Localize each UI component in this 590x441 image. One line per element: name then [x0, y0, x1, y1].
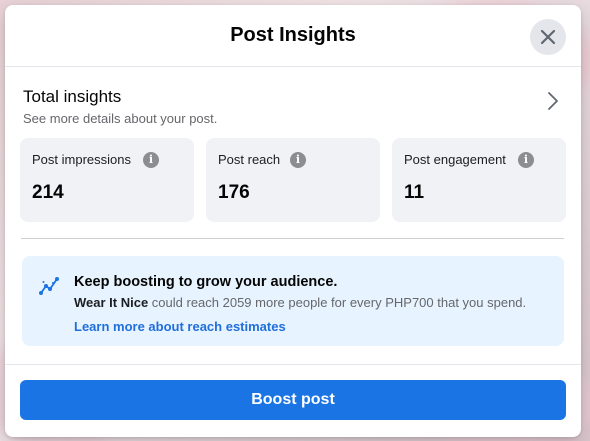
metric-value: 11 [404, 182, 425, 203]
divider [21, 238, 564, 239]
metric-label: Post reach [218, 152, 281, 167]
dialog-header: Post Insights [5, 5, 581, 67]
trend-up-icon [39, 277, 59, 295]
total-insights-subtitle: See more details about your post. [23, 111, 218, 126]
info-icon[interactable]: i [290, 152, 306, 168]
learn-more-link[interactable]: Learn more about reach estimates [74, 319, 286, 334]
info-icon[interactable]: i [143, 152, 159, 168]
metric-value: 176 [218, 182, 250, 203]
metric-value: 214 [32, 182, 64, 203]
chevron-right-icon [548, 92, 558, 110]
close-icon [540, 29, 556, 45]
metric-card-engagement: Post engagement i 11 [392, 138, 566, 222]
total-insights-title: Total insights [23, 87, 122, 106]
dialog-title: Post Insights [230, 24, 356, 46]
metric-label: Post impressions [32, 152, 131, 167]
boost-suggestion-banner: Keep boosting to grow your audience. Wea… [22, 256, 564, 346]
total-insights-row[interactable]: Total insights See more details about yo… [5, 67, 581, 129]
metric-card-reach: Post reach i 176 [206, 138, 380, 222]
close-button[interactable] [530, 19, 566, 55]
post-insights-dialog: Post Insights Total insights See more de… [5, 5, 581, 437]
banner-title: Keep boosting to grow your audience. [74, 274, 338, 290]
metric-label: Post engagement [404, 152, 506, 167]
info-icon[interactable]: i [518, 152, 534, 168]
reach-estimate-text: could reach 2059 more people for every P… [148, 295, 527, 310]
page-name: Wear It Nice [74, 295, 149, 310]
metric-card-impressions: Post impressions i 214 [20, 138, 194, 222]
footer-divider [5, 364, 581, 365]
boost-post-button[interactable]: Boost post [20, 380, 566, 420]
banner-text: Wear It Nice could reach 2059 more peopl… [74, 295, 526, 310]
